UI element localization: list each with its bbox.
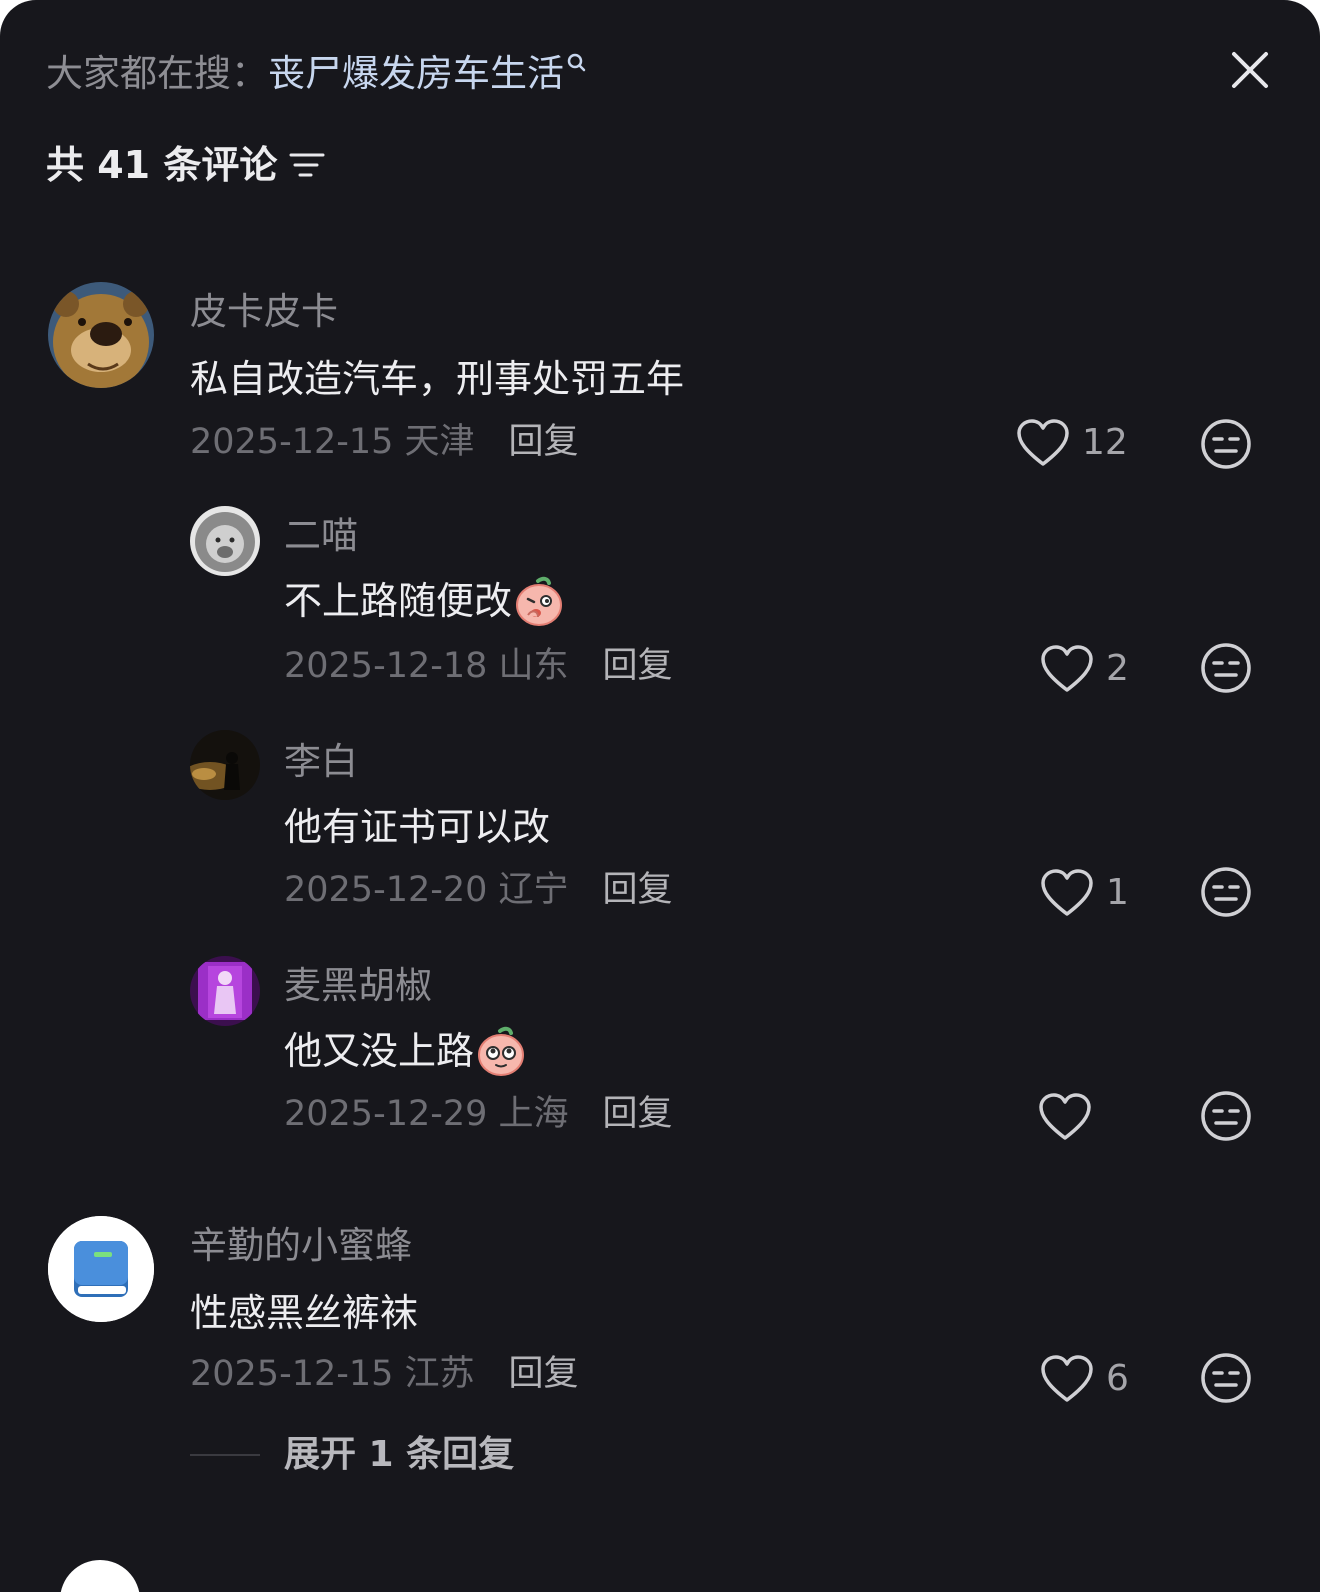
like-count: 2 bbox=[1106, 648, 1129, 689]
reply-username[interactable]: 二喵 bbox=[284, 512, 358, 560]
like-count: 12 bbox=[1082, 422, 1128, 463]
comment-text-body: 性感黑丝裤袜 bbox=[190, 1291, 419, 1335]
search-suggestion[interactable]: 大家都在搜： 丧尸爆发房车生活 bbox=[46, 48, 586, 100]
heart-icon bbox=[1041, 869, 1093, 916]
dislike-face-icon[interactable] bbox=[1200, 866, 1252, 918]
reply-meta: 2025-12-20 辽宁 回复 bbox=[284, 866, 673, 914]
comment-username[interactable]: 辛勤的小蜜蜂 bbox=[190, 1222, 412, 1270]
like-button[interactable]: 1 bbox=[1040, 868, 1129, 918]
dislike-face-icon[interactable] bbox=[1200, 418, 1252, 470]
like-button[interactable]: 2 bbox=[1040, 644, 1129, 694]
peach-face-emoji bbox=[516, 576, 563, 626]
silhouette-avatar[interactable] bbox=[190, 730, 260, 800]
comment-date-location: 2025-12-15 天津 bbox=[190, 422, 475, 462]
next-comment-avatar[interactable] bbox=[60, 1560, 140, 1592]
expand-replies-label[interactable]: 展开 1 条回复 bbox=[284, 1430, 514, 1480]
dislike-face-icon[interactable] bbox=[1200, 642, 1252, 694]
lion-avatar[interactable] bbox=[190, 506, 260, 576]
book-avatar[interactable] bbox=[48, 1216, 154, 1322]
like-count: 1 bbox=[1106, 872, 1129, 913]
close-icon[interactable] bbox=[1228, 48, 1272, 92]
reply-text: 他有证书可以改 bbox=[284, 800, 550, 854]
comment-username[interactable]: 皮卡皮卡 bbox=[190, 288, 338, 336]
comments-panel: 大家都在搜： 丧尸爆发房车生活 共 41 条评论 皮卡皮卡 私自改造汽车，刑事处… bbox=[0, 0, 1320, 1592]
like-button[interactable] bbox=[1038, 1092, 1104, 1142]
reply-text: 不上路随便改 bbox=[284, 574, 564, 628]
search-icon bbox=[567, 53, 586, 72]
search-term-link[interactable]: 丧尸爆发房车生活 bbox=[268, 48, 564, 100]
reply-button[interactable]: 回复 bbox=[603, 1090, 673, 1138]
bear-avatar[interactable] bbox=[48, 282, 154, 388]
reply-username[interactable]: 麦黑胡椒 bbox=[284, 962, 432, 1010]
reply-text-body: 不上路随便改 bbox=[284, 579, 513, 623]
like-count: 6 bbox=[1106, 1358, 1129, 1399]
heart-icon bbox=[1017, 419, 1069, 466]
reply-text: 他又没上路 bbox=[284, 1024, 526, 1078]
reply-date-location: 2025-12-20 辽宁 bbox=[284, 870, 569, 910]
reply-date-location: 2025-12-29 上海 bbox=[284, 1094, 569, 1134]
heart-icon bbox=[1039, 1093, 1091, 1140]
comment-count: 共 41 条评论 bbox=[46, 138, 325, 192]
comment-count-label: 共 41 条评论 bbox=[46, 143, 278, 187]
comment-text-body: 私自改造汽车，刑事处罚五年 bbox=[190, 357, 685, 401]
search-prefix: 大家都在搜： bbox=[46, 52, 268, 95]
expand-replies[interactable]: 展开 1 条回复 bbox=[190, 1430, 514, 1480]
reply-button[interactable]: 回复 bbox=[509, 418, 579, 466]
heart-icon bbox=[1041, 1355, 1093, 1402]
sort-icon[interactable] bbox=[289, 149, 325, 181]
reply-text-body: 他又没上路 bbox=[284, 1029, 475, 1073]
reply-meta: 2025-12-18 山东 回复 bbox=[284, 642, 673, 690]
comment-text: 私自改造汽车，刑事处罚五年 bbox=[190, 352, 684, 406]
heart-icon bbox=[1041, 645, 1093, 692]
reply-text-body: 他有证书可以改 bbox=[284, 805, 551, 849]
reply-button[interactable]: 回复 bbox=[603, 866, 673, 914]
purple-avatar[interactable] bbox=[190, 956, 260, 1026]
dislike-face-icon[interactable] bbox=[1200, 1090, 1252, 1142]
expand-divider bbox=[190, 1454, 260, 1456]
reply-meta: 2025-12-29 上海 回复 bbox=[284, 1090, 673, 1138]
reply-button[interactable]: 回复 bbox=[509, 1350, 579, 1398]
like-button[interactable]: 12 bbox=[1016, 418, 1128, 468]
reply-date-location: 2025-12-18 山东 bbox=[284, 646, 569, 686]
comment-text: 性感黑丝裤袜 bbox=[190, 1286, 418, 1340]
peach-face-emoji bbox=[478, 1026, 525, 1076]
reply-username[interactable]: 李白 bbox=[284, 738, 358, 786]
dislike-face-icon[interactable] bbox=[1200, 1352, 1252, 1404]
reply-button[interactable]: 回复 bbox=[603, 642, 673, 690]
comment-meta: 2025-12-15 江苏 回复 bbox=[190, 1350, 579, 1398]
comment-meta: 2025-12-15 天津 回复 bbox=[190, 418, 579, 466]
like-button[interactable]: 6 bbox=[1040, 1354, 1129, 1404]
comment-date-location: 2025-12-15 江苏 bbox=[190, 1354, 475, 1394]
